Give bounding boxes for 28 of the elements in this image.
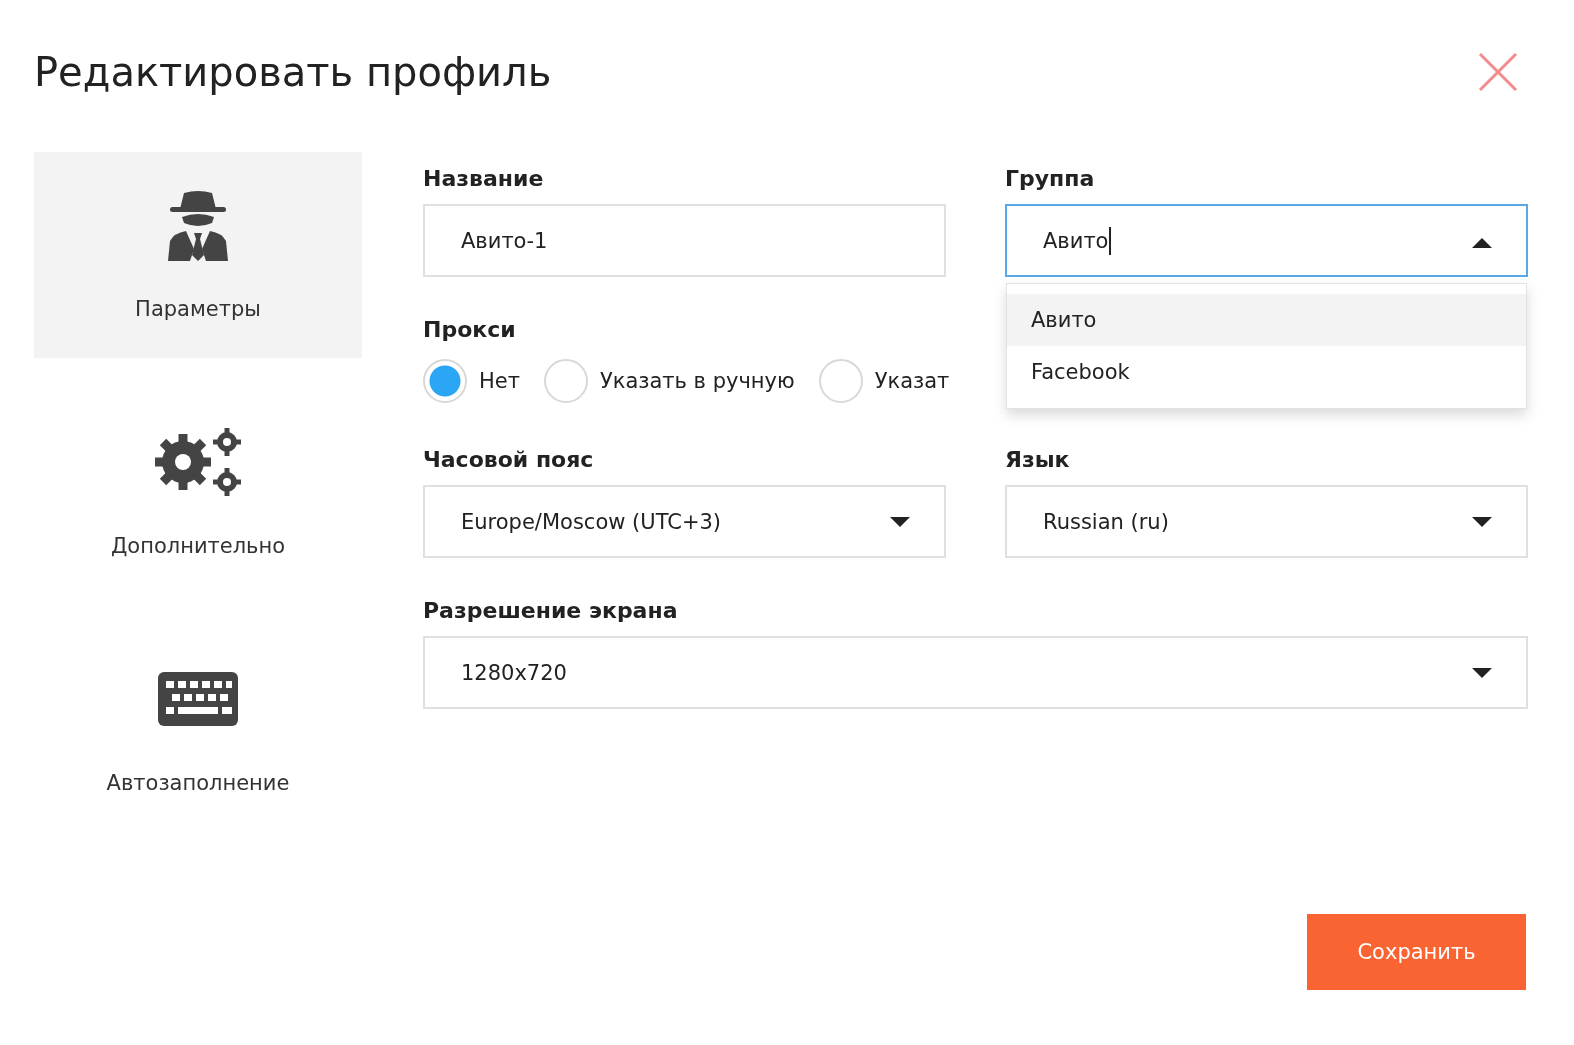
field-label: Часовой пояс <box>423 445 594 474</box>
group-dropdown[interactable]: Авито <box>1005 204 1528 277</box>
caret-icon <box>890 517 910 529</box>
spy-icon <box>166 189 230 261</box>
field-label: Название <box>423 164 544 193</box>
dropdown-option[interactable]: Facebook <box>1007 346 1526 398</box>
radio-option[interactable]: Указат <box>818 359 950 403</box>
gears-icon <box>153 426 243 498</box>
keyboard-icon <box>158 672 238 726</box>
resolution-dropdown[interactable]: 1280x720 <box>423 636 1528 709</box>
language-dropdown[interactable]: Russian (ru) <box>1005 485 1528 558</box>
dialog-title: Редактировать профиль <box>34 49 552 95</box>
close-icon[interactable] <box>1478 52 1518 92</box>
field-label: Прокси <box>423 315 516 344</box>
caret-icon <box>1472 668 1492 680</box>
radio-option[interactable]: Нет <box>423 359 520 403</box>
radio-option[interactable]: Указать в ручную <box>543 359 795 403</box>
field-label: Язык <box>1005 445 1070 474</box>
field-label: Группа <box>1005 164 1095 193</box>
timezone-dropdown[interactable]: Europe/Moscow (UTC+3) <box>423 485 946 558</box>
sidebar-item[interactable]: Автозаполнение <box>34 626 362 832</box>
sidebar-item[interactable]: Дополнительно <box>34 389 362 595</box>
caret-icon <box>1472 517 1492 529</box>
dropdown-option[interactable]: Авито <box>1007 294 1526 346</box>
sidebar-item[interactable]: Параметры <box>34 152 362 358</box>
field-label: Разрешение экрана <box>423 596 678 625</box>
name-field[interactable]: Авито-1 <box>423 204 946 277</box>
caret-icon <box>1472 236 1492 248</box>
